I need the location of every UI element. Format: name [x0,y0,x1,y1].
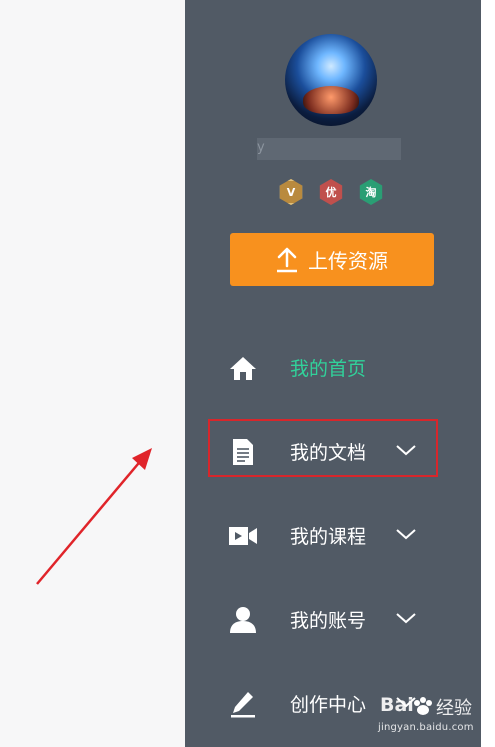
user-icon [228,606,258,634]
watermark-brand: Bai [380,694,414,716]
nav-item-creation-center-label: 创作中心 [290,694,367,716]
nav-item-courses[interactable]: 我的课程 [185,507,481,565]
chevron-down-icon[interactable] [395,611,417,625]
username-field: y [257,138,401,160]
nav-item-home-label: 我的首页 [290,358,367,380]
upload-button[interactable]: 上传资源 [230,233,434,286]
nav-item-account[interactable]: 我的账号 [185,591,481,649]
tao-badge[interactable]: 淘 [359,179,383,205]
username-text: y [257,140,265,155]
home-icon [228,354,258,382]
paw-icon [414,697,432,715]
annotation-arrow [36,448,152,585]
vip-badge[interactable]: V [279,179,303,205]
quality-badge[interactable]: 优 [319,179,343,205]
pencil-icon [228,690,258,718]
sidebar: y V 优 淘 上传资源 我的首页 我的文档 我的课程 我的账号 创作中心 [185,0,481,747]
badge-row: V 优 淘 [278,179,388,205]
nav-item-home[interactable]: 我的首页 [185,339,481,397]
watermark-url: jingyan.baidu.com [378,722,474,733]
watermark: Bai 经验 jingyan.baidu.com [372,690,492,740]
video-camera-icon [228,522,258,550]
scrollbar-track[interactable] [481,0,495,747]
nav-item-account-label: 我的账号 [290,610,367,632]
avatar[interactable] [285,34,377,126]
nav-item-courses-label: 我的课程 [290,526,367,548]
watermark-brand-suffix: 经验 [436,698,472,719]
upload-icon [277,247,297,272]
upload-label: 上传资源 [308,249,388,273]
highlight-box [208,419,438,477]
chevron-down-icon[interactable] [395,527,417,541]
